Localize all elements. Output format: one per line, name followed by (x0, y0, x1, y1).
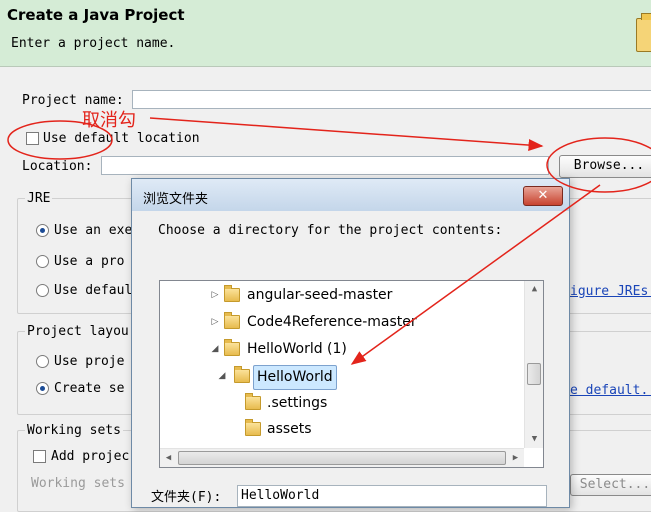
close-icon: ✕ (537, 188, 549, 203)
working-sets-label: Working sets (31, 476, 125, 491)
collapse-arrow-icon[interactable]: ◢ (217, 365, 227, 388)
dialog-body: Choose a directory for the project conte… (133, 211, 568, 507)
browse-folder-dialog: 浏览文件夹 ✕ Choose a directory for the proje… (131, 178, 570, 508)
use-default-location-checkbox[interactable] (26, 132, 39, 145)
tree-item-label: HelloWorld (253, 365, 337, 390)
annotation-arrow-1 (149, 117, 544, 152)
jre-option-1-label: Use an exe (54, 223, 133, 238)
horizontal-scroll-thumb[interactable] (178, 451, 506, 465)
collapse-arrow-icon[interactable]: ◢ (210, 338, 220, 361)
tree-item-selected[interactable]: ◢ HelloWorld (160, 365, 520, 390)
browse-button[interactable]: Browse... (559, 155, 651, 178)
working-sets-title: Working sets (25, 423, 123, 438)
scroll-right-arrow-icon[interactable]: ▶ (507, 449, 524, 467)
project-layout-title: Project layou (25, 324, 131, 339)
tree-item[interactable]: ▷ angular-seed-master (160, 284, 520, 307)
layout-option-1-label: Use proje (54, 354, 125, 369)
use-default-location-label: Use default location (43, 131, 200, 146)
java-project-folder-icon (636, 13, 651, 52)
dialog-title: 浏览文件夹 (143, 192, 209, 207)
annotation-text: 取消勾 (82, 110, 136, 131)
folder-input[interactable]: HelloWorld (237, 485, 547, 507)
jre-group-title: JRE (25, 191, 53, 206)
vertical-scroll-thumb[interactable] (527, 363, 541, 385)
layout-radio-project-folder[interactable] (36, 355, 49, 368)
horizontal-scrollbar[interactable]: ◀ ▶ (160, 448, 524, 467)
location-label: Location: (22, 159, 93, 174)
wizard-header: Create a Java Project Enter a project na… (0, 0, 651, 67)
jre-option-3-label: Use defaul (54, 283, 133, 298)
location-input[interactable] (101, 156, 549, 175)
layout-radio-separate-folders[interactable] (36, 382, 49, 395)
folder-icon (245, 393, 261, 410)
folder-icon (224, 339, 240, 356)
dialog-close-button[interactable]: ✕ (523, 186, 563, 206)
tree-item[interactable]: .settings (160, 392, 520, 415)
tree-item-label: .settings (267, 395, 328, 411)
vertical-scrollbar[interactable]: ▲ ▼ (524, 281, 543, 448)
select-working-sets-button[interactable]: Select... (570, 474, 651, 496)
scroll-up-arrow-icon[interactable]: ▲ (525, 281, 543, 298)
wizard-subtitle: Enter a project name. (11, 36, 176, 51)
project-name-input[interactable] (132, 90, 651, 109)
tree-item[interactable]: ▷ Code4Reference-master (160, 311, 520, 334)
dialog-titlebar[interactable]: 浏览文件夹 ✕ (132, 179, 569, 211)
dialog-prompt: Choose a directory for the project conte… (158, 223, 503, 238)
folder-tree[interactable]: ▷ angular-seed-master ▷ Code4Reference-m… (159, 280, 544, 468)
folder-icon (224, 312, 240, 329)
folder-icon (234, 366, 250, 383)
tree-item-label: HelloWorld (1) (247, 341, 347, 357)
add-to-working-sets-label: Add projec (51, 449, 130, 464)
wizard-title: Create a Java Project (7, 6, 185, 24)
tree-item[interactable]: ◢ HelloWorld (1) (160, 338, 520, 361)
tree-item-label: assets (267, 421, 312, 437)
folder-icon (245, 419, 261, 436)
scroll-left-arrow-icon[interactable]: ◀ (160, 449, 177, 467)
tree-item-label: angular-seed-master (247, 287, 393, 303)
configure-jres-link[interactable]: igure JREs... (570, 284, 651, 299)
jre-radio-execution-env[interactable] (36, 224, 49, 237)
layout-option-2-label: Create se (54, 381, 125, 396)
jre-radio-default[interactable] (36, 284, 49, 297)
jre-option-2-label: Use a pro (54, 254, 125, 269)
tree-item-label: Code4Reference-master (247, 314, 417, 330)
scroll-down-arrow-icon[interactable]: ▼ (525, 431, 543, 448)
expand-arrow-icon[interactable]: ▷ (210, 311, 220, 334)
folder-icon (224, 285, 240, 302)
folder-label: 文件夹(F): (151, 490, 222, 505)
add-to-working-sets-checkbox[interactable] (33, 450, 46, 463)
expand-arrow-icon[interactable]: ▷ (210, 284, 220, 307)
configure-default-link[interactable]: e default... (570, 383, 651, 398)
tree-item[interactable]: assets (160, 418, 520, 441)
jre-radio-project-specific[interactable] (36, 255, 49, 268)
